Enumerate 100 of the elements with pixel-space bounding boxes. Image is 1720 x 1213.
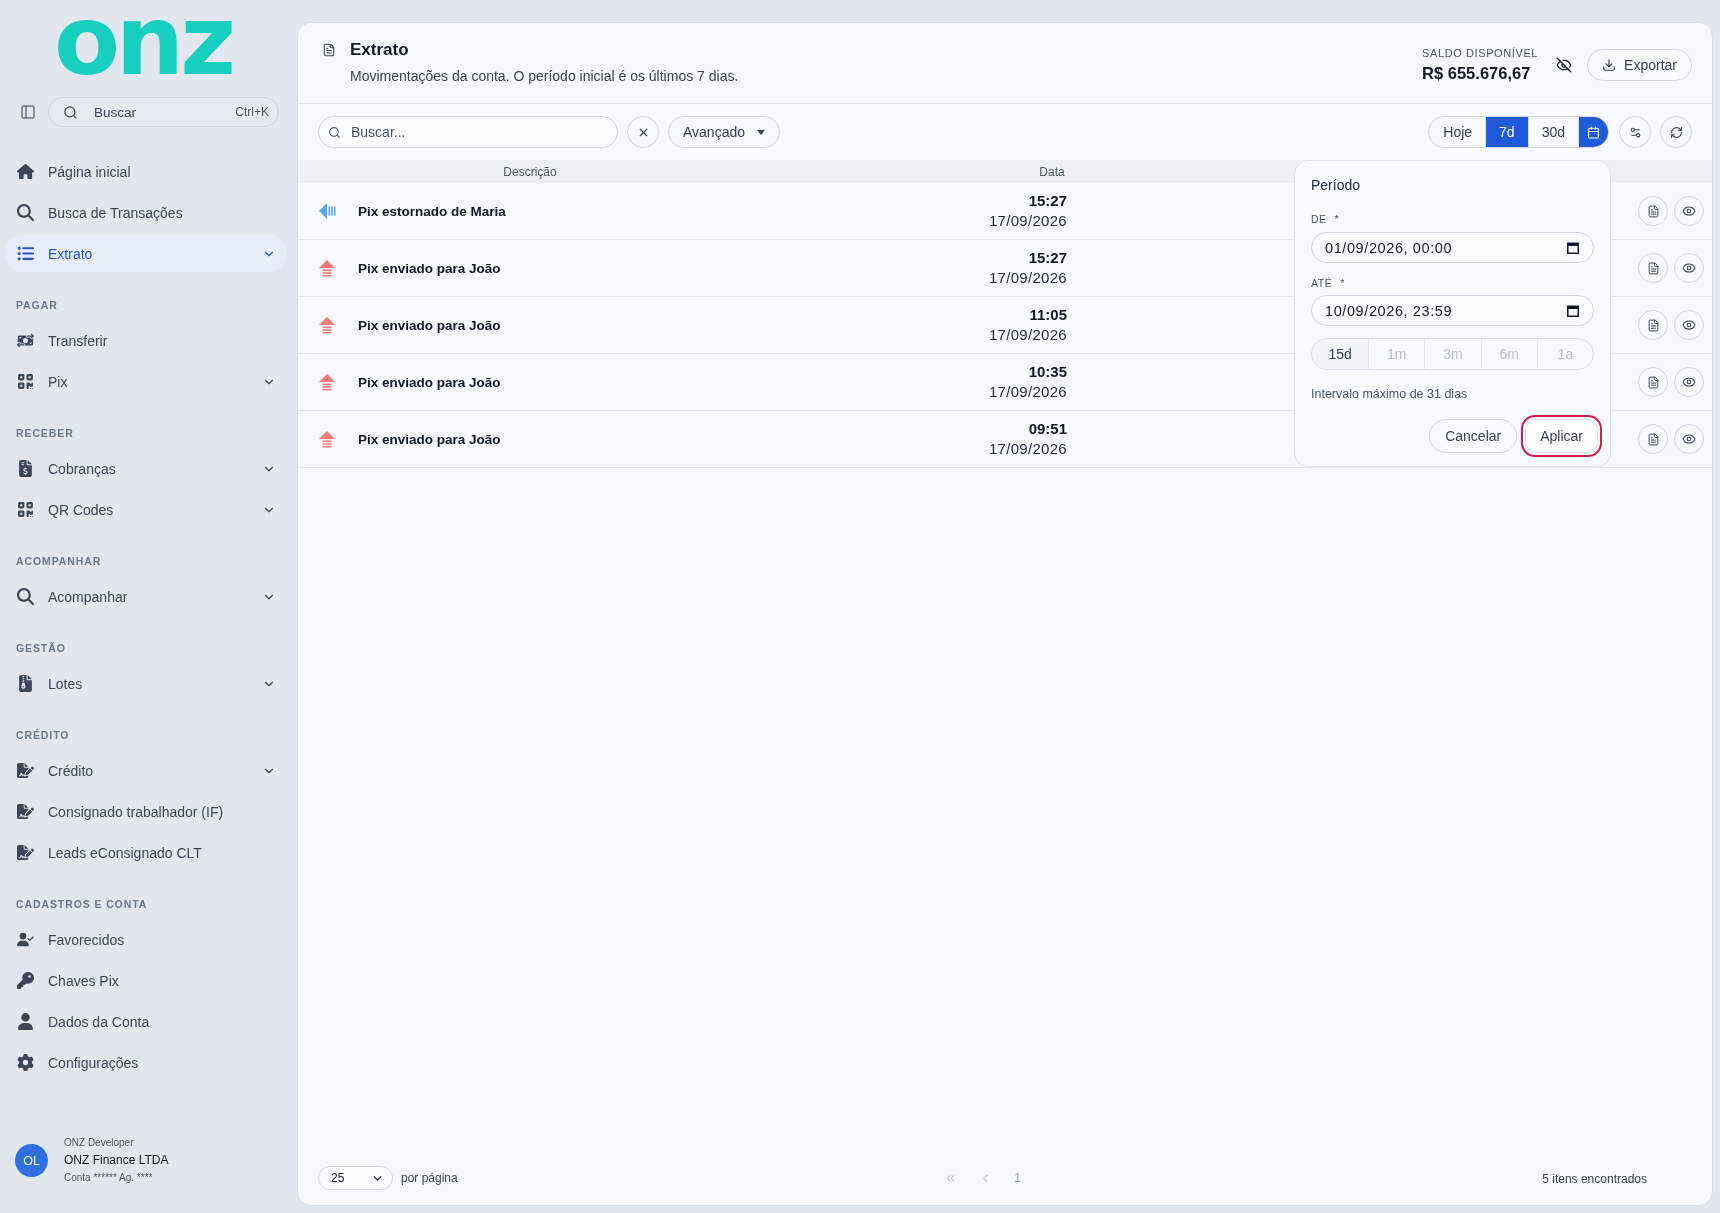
field-label: DE (1311, 213, 1327, 225)
advanced-filter-button[interactable]: Avançado (668, 116, 780, 148)
nav-item[interactable]: Página inicial (5, 153, 287, 190)
nav-item[interactable]: Dados da Conta (5, 1003, 287, 1040)
qr-code-icon (17, 373, 34, 390)
calendar-icon[interactable] (1567, 241, 1579, 254)
transaction-description: Pix enviado para João (358, 317, 502, 333)
left-arrow-icon (318, 202, 336, 220)
range-tab[interactable]: 7d (1485, 117, 1528, 147)
nav-item[interactable]: Configurações (5, 1044, 287, 1081)
view-button[interactable] (1674, 367, 1704, 397)
up-arrow-icon (318, 259, 336, 277)
nav-item[interactable]: Lotes (5, 665, 287, 702)
shortcut-hint: Ctrl+K (235, 105, 269, 119)
calendar-button[interactable] (1578, 117, 1608, 147)
nav-item[interactable]: Chaves Pix (5, 962, 287, 999)
filter-settings-button[interactable] (1619, 116, 1651, 148)
search-icon (17, 588, 34, 605)
user-avatar: OL (15, 1144, 48, 1177)
search-field[interactable]: Buscar... (318, 116, 618, 148)
section-heading: CADASTROS E CONTA (15, 897, 149, 911)
view-button[interactable] (1674, 424, 1704, 454)
caret-down-icon (757, 129, 765, 135)
house-icon (17, 163, 34, 180)
eye-icon (1682, 261, 1696, 275)
eye-off-icon[interactable] (1556, 56, 1573, 73)
sidebar-toggle-icon[interactable] (20, 104, 36, 120)
apply-button[interactable]: Aplicar (1521, 415, 1602, 457)
download-icon (1602, 57, 1617, 72)
document-button[interactable] (1638, 196, 1668, 226)
document-icon (1646, 432, 1660, 446)
transaction-time: 15:27 (1028, 191, 1067, 211)
section-heading: CRÉDITO (15, 728, 71, 742)
zip-file-icon (17, 675, 34, 692)
invoice-icon (17, 460, 34, 477)
transaction-time: 10:35 (1028, 362, 1067, 382)
search-icon (328, 125, 341, 139)
nav-item[interactable]: Cobranças (5, 450, 287, 487)
document-icon (322, 43, 336, 57)
up-arrow-icon (318, 373, 336, 391)
transaction-description: Pix estornado de Maria (358, 203, 507, 219)
transaction-description: Pix enviado para João (358, 431, 502, 447)
preset-button[interactable]: 15d (1312, 339, 1369, 369)
balance-value: R$ 655.676,67 (1422, 63, 1532, 83)
view-button[interactable] (1674, 253, 1704, 283)
eye-icon (1682, 318, 1696, 332)
refresh-button[interactable] (1660, 116, 1692, 148)
required-mark: * (1340, 277, 1345, 289)
document-button[interactable] (1638, 253, 1668, 283)
range-tab[interactable]: Hoje (1429, 117, 1486, 147)
view-button[interactable] (1674, 196, 1704, 226)
section-heading: RECEBER (15, 426, 75, 440)
user-check-icon (17, 931, 34, 948)
brand-logo: onz (53, 8, 233, 74)
nav-item[interactable]: Busca de Transações (5, 194, 287, 231)
column-header: Descrição (503, 164, 557, 179)
document-icon (1646, 204, 1660, 218)
nav-item[interactable]: QR Codes (5, 491, 287, 528)
nav-item[interactable]: Pix (5, 363, 287, 400)
balance-label: SALDO DISPONÍVEL (1422, 46, 1539, 60)
sliders-icon (1628, 125, 1642, 139)
page-subtitle: Movimentações da conta. O período inicial é os últimos 7 dias. (350, 67, 739, 85)
nav-item[interactable]: Crédito (5, 752, 287, 789)
range-hint: Intervalo máximo de 31 dias (1311, 386, 1469, 402)
export-button[interactable]: Exportar (1587, 48, 1692, 81)
user-icon (17, 1013, 34, 1030)
field-label: ATÉ (1311, 277, 1333, 289)
document-button[interactable] (1638, 424, 1668, 454)
cancel-button[interactable]: Cancelar (1429, 419, 1518, 453)
transaction-time: 09:51 (1028, 419, 1067, 439)
nav-item[interactable]: Leads eConsignado CLT (5, 834, 287, 871)
refresh-icon (1669, 125, 1683, 139)
transaction-description: Pix enviado para João (358, 260, 502, 276)
nav-item[interactable]: Transferir (5, 322, 287, 359)
nav-item[interactable]: Acompanhar (5, 578, 287, 615)
eye-icon (1682, 432, 1696, 446)
column-header: Data (1039, 164, 1065, 179)
money-transfer-icon (17, 332, 34, 349)
signed-document-icon (17, 844, 34, 861)
section-heading: PAGAR (15, 298, 59, 312)
section-heading: GESTÃO (15, 641, 67, 655)
up-arrow-icon (318, 430, 336, 448)
document-button[interactable] (1638, 310, 1668, 340)
signed-document-icon (17, 762, 34, 779)
document-button[interactable] (1638, 367, 1668, 397)
datetime-field[interactable]: 10/09/2026, 23:59 (1311, 295, 1594, 326)
popover-title: Período (1311, 177, 1362, 193)
nav-item[interactable]: Favorecidos (5, 921, 287, 958)
section-heading: ACOMPANHAR (15, 554, 103, 568)
calendar-icon[interactable] (1567, 304, 1579, 317)
transaction-date: 17/09/2026 (988, 439, 1067, 459)
datetime-field[interactable]: 01/09/2026, 00:00 (1311, 232, 1594, 263)
account-info: Conta ****** Ag. **** (64, 1171, 154, 1185)
page-size-select[interactable]: 25 (318, 1166, 393, 1190)
nav-item[interactable]: Extrato (5, 235, 287, 272)
eye-icon (1682, 375, 1696, 389)
nav-item[interactable]: Consignado trabalhador (IF) (5, 793, 287, 830)
key-icon (17, 972, 34, 989)
transaction-date: 17/09/2026 (988, 382, 1067, 402)
view-button[interactable] (1674, 310, 1704, 340)
